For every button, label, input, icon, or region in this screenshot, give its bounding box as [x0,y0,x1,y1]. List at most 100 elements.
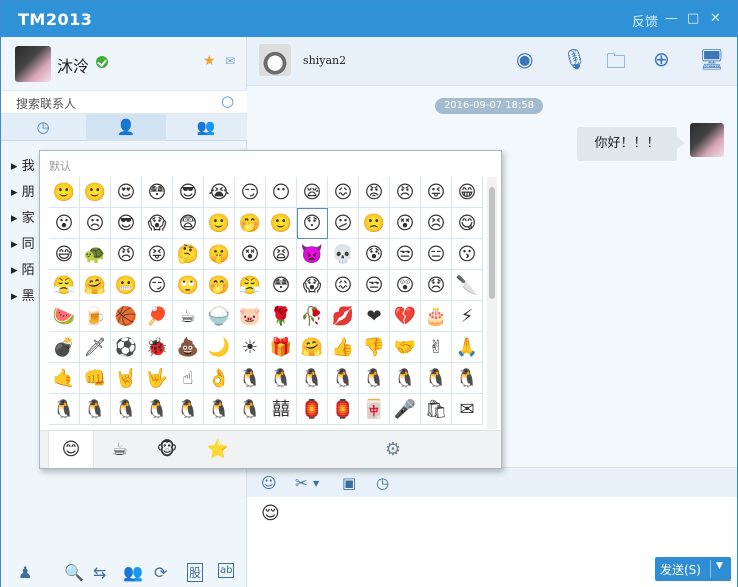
emoji-cell[interactable]: 🔪 [452,270,483,301]
emoji-cell[interactable]: 🤭 [235,208,266,239]
penguin-icon[interactable]: ♟ [18,563,32,582]
emoji-cell[interactable]: 🐧 [49,394,80,425]
emoji-cell[interactable]: 😪 [297,177,328,208]
emoji-cell[interactable]: 🍺 [80,301,111,332]
tab-contacts[interactable]: 👤 [86,114,166,141]
emoji-cell[interactable]: 🤗 [297,332,328,363]
emoji-cell[interactable]: 👍 [328,332,359,363]
emoji-cell[interactable]: 🙂 [266,208,297,239]
remote-desktop-icon[interactable]: 🖥 [699,47,724,71]
emoji-cell[interactable]: 💣 [49,332,80,363]
emoji-cell[interactable]: 🤝 [390,332,421,363]
file-transfer-icon[interactable]: 🗀 [606,47,626,81]
tab-recent[interactable]: ◷ [3,114,83,141]
emoji-cell[interactable]: 😖 [328,177,359,208]
emoji-cell[interactable]: ☕ [173,301,204,332]
emoji-cell[interactable]: 😤 [235,270,266,301]
microphone-icon[interactable]: 🎙 [562,47,587,71]
group-item[interactable]: ▸ 陌 [11,259,35,278]
emoji-cell[interactable]: 😡 [359,177,390,208]
tab-groups[interactable]: 👥 [166,114,246,141]
peer-avatar[interactable] [259,44,291,76]
emoji-cell[interactable]: ☀ [235,332,266,363]
emoji-icon[interactable]: ☺ [261,474,277,492]
emoji-cell[interactable]: 😱 [297,270,328,301]
emoji-cell[interactable]: 🛍 [421,394,452,425]
emoji-cell[interactable]: 🙏 [452,332,483,363]
contact-search[interactable]: 搜索联系人 ○ [1,90,247,114]
emoji-cell[interactable]: ☝ [173,363,204,394]
emoji-cell[interactable]: 😣 [421,208,452,239]
minimize-icon[interactable]: — [665,11,678,26]
refresh-icon[interactable]: ⟳ [154,563,167,582]
star-icon[interactable]: ★ [203,53,216,69]
emoji-cell[interactable]: 💀 [328,239,359,270]
emoji-cell[interactable]: 👿 [297,239,328,270]
emoji-cell[interactable]: 🤭 [204,270,235,301]
emoji-cell[interactable]: 🐧 [328,363,359,394]
group-item[interactable]: ▸ 我 [11,155,35,174]
emoji-cell[interactable]: 🤔 [173,239,204,270]
close-icon[interactable]: ✕ [710,11,721,26]
emoji-cell[interactable]: 😕 [328,208,359,239]
video-call-icon[interactable]: ◉ [516,47,533,71]
emoji-cell[interactable]: 💔 [390,301,421,332]
emoji-cell[interactable]: 😅 [49,239,80,270]
image-icon[interactable]: ▣ [342,474,356,492]
add-app-icon[interactable]: ⊕ [653,47,670,71]
emoji-cell[interactable]: ✌ [421,332,452,363]
emoji-cell[interactable]: 🏮 [328,394,359,425]
emoji-cell[interactable]: ⚽ [111,332,142,363]
emoji-cell[interactable]: 😵 [235,239,266,270]
history-icon[interactable]: ◷ [376,474,389,492]
emoji-cell[interactable]: 😭 [204,177,235,208]
scrollbar-thumb[interactable] [489,187,495,299]
emoji-cell[interactable]: 😤 [49,270,80,301]
emoji-cell[interactable]: 😱 [142,208,173,239]
emoji-cell[interactable]: 🍚 [204,301,235,332]
gear-icon[interactable]: ⚙ [370,431,416,468]
emoji-cell[interactable]: 🙁 [359,208,390,239]
emoji-cell[interactable]: 🐧 [390,363,421,394]
emoji-cell[interactable]: 🀄 [359,394,390,425]
emoji-cell[interactable]: 🐧 [297,363,328,394]
emoji-cell[interactable]: 🙂 [204,208,235,239]
emoji-cell[interactable]: 🙄 [173,270,204,301]
emoji-cell[interactable]: 🍉 [49,301,80,332]
emoji-cell[interactable]: 🐞 [142,332,173,363]
emoji-cell[interactable]: 😝 [142,239,173,270]
emoji-cell[interactable]: 🐧 [80,394,111,425]
emoji-cell[interactable]: 🎁 [266,332,297,363]
emoji-cell[interactable]: 😳 [142,177,173,208]
search-icon[interactable]: 🔍 [64,563,84,582]
emoji-cell[interactable]: 😶 [266,177,297,208]
emoji-cell[interactable]: 😰 [359,239,390,270]
tab-favorite-emoji[interactable]: ⭐ [195,431,241,468]
emoji-cell[interactable]: 🌙 [204,332,235,363]
tab-coffee-emoji[interactable]: ☕ [97,431,143,468]
scissors-icon[interactable]: ✂ [295,474,308,492]
feedback-link[interactable]: 反馈 [632,11,658,30]
emoji-cell[interactable]: 🐧 [142,394,173,425]
emoji-cell[interactable]: 👌 [204,363,235,394]
emoji-cell[interactable]: 🐧 [235,394,266,425]
emoji-cell[interactable]: 🙂 [49,177,80,208]
emoji-cell[interactable]: 😋 [452,208,483,239]
emoji-cell[interactable]: 👊 [80,363,111,394]
emoji-cell[interactable]: 🙂 [80,177,111,208]
group-item[interactable]: ▸ 朋 [11,181,35,200]
my-message-avatar[interactable] [690,123,724,157]
emoji-cell[interactable]: 🏀 [111,301,142,332]
emoji-scrollbar[interactable] [487,177,497,429]
contacts-icon[interactable]: 👥 [123,563,143,582]
emoji-cell[interactable]: 🤙 [49,363,80,394]
emoji-cell[interactable]: 🏓 [142,301,173,332]
emoji-cell[interactable]: 😬 [111,270,142,301]
emoji-cell[interactable]: 😨 [173,208,204,239]
emoji-cell[interactable]: 😎 [111,208,142,239]
emoji-cell[interactable]: 🎂 [421,301,452,332]
emoji-cell[interactable]: ❤ [359,301,390,332]
emoji-cell[interactable]: 🐧 [204,394,235,425]
emoji-cell[interactable]: 😏 [235,177,266,208]
group-item[interactable]: ▸ 黑 [11,285,35,304]
